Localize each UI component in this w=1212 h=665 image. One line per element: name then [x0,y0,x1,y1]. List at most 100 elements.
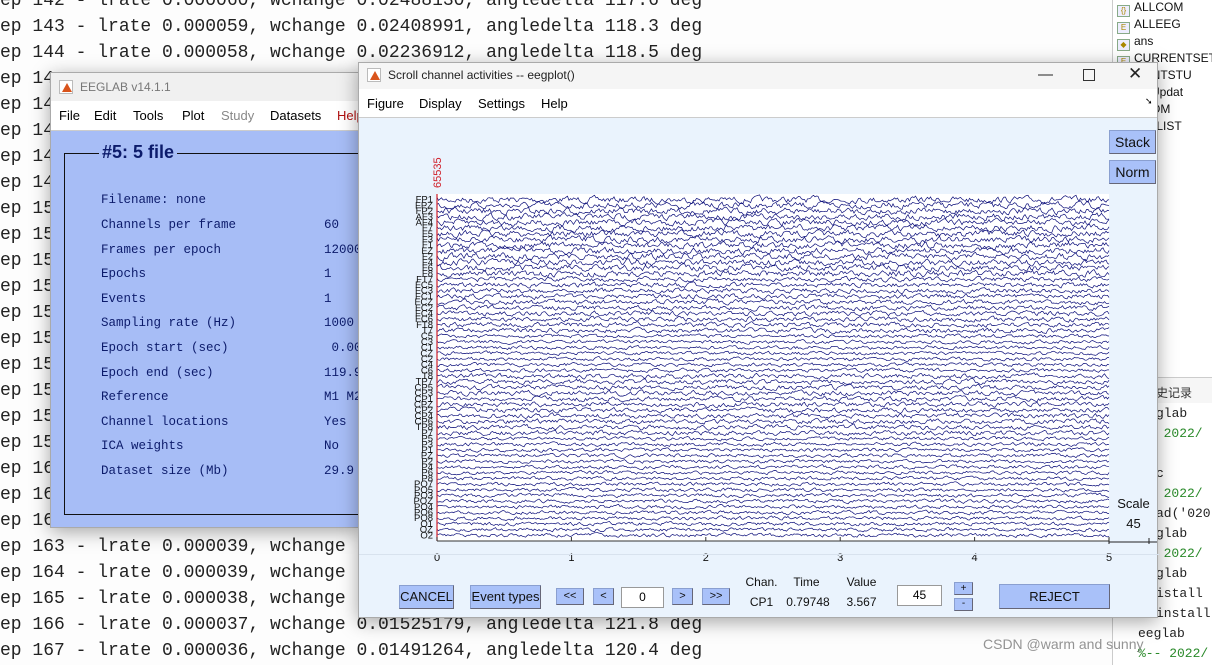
console-line: ep 15 [0,381,55,401]
info-label: Frames per epoch [101,242,222,257]
value-readout: 3.567 [846,595,877,609]
variable-icon: E [1117,22,1130,34]
console-line: ep 14 [0,173,55,193]
menu-datasets[interactable]: Datasets [270,108,321,123]
info-label: Sampling rate (Hz) [101,316,237,331]
history-entry[interactable]: istall [1156,586,1203,601]
time-readout: 0.79748 [786,595,830,609]
event-types-button[interactable]: Event types [470,585,541,609]
chan-readout: CP1 [749,595,774,609]
time-input[interactable]: 0 [621,587,664,608]
dataset-title: #5: 5 file [99,142,178,163]
menu-study[interactable]: Study [221,108,254,123]
console-line: ep 164 - lrate 0.000039, wchange [0,563,346,583]
dataset-info-frame [64,153,384,515]
console-line: ep 144 - lrate 0.000058, wchange 0.02236… [0,43,703,63]
stack-button[interactable]: Stack [1109,130,1156,154]
scale-value: 45 [1126,516,1141,531]
value-header: Value [846,575,877,589]
scale-input[interactable]: 45 [897,585,942,606]
x-tick-label: 1 [568,552,574,564]
menu-tools[interactable]: Tools [133,108,163,123]
console-line: ep 142 - lrate 0.000060, wchange 0.02488… [0,0,703,11]
info-label: Epoch start (sec) [101,341,229,355]
scroll-far-left-button[interactable]: << [556,588,584,605]
info-label: Epoch end (sec) [101,365,214,380]
time-header: Time [793,575,820,589]
info-label: Channel locations [101,414,229,429]
menu-edit[interactable]: Edit [94,108,116,123]
history-entry[interactable]: %-- 2022/ [1138,646,1208,661]
event-label: 65535 [432,157,444,188]
console-line: ep 14 [0,95,55,115]
workspace-variable[interactable]: ◆ ans [1117,34,1153,51]
history-entry[interactable]: ad('020 [1156,506,1211,521]
info-label: ICA weights [101,439,184,454]
scale-increase-button[interactable]: + [954,582,973,595]
scale-decrease-button[interactable]: - [954,598,973,611]
chan-header: Chan. [745,575,778,589]
window-title: EEGLAB v14.1.1 [80,80,171,94]
variable-icon: {} [1117,5,1130,17]
info-label: Events [101,291,147,306]
console-line: ep 15 [0,433,55,453]
info-value: M1 M2 [324,390,362,405]
divider [359,554,1159,555]
info-value: 1 [324,267,332,282]
info-value: 29.9 [324,464,355,478]
x-tick-label: 5 [1106,552,1112,564]
console-line: ep 15 [0,303,55,323]
console-line: ep 14 [0,69,55,89]
console-line: ep 15 [0,199,55,219]
scroll-far-right-button[interactable]: >> [702,588,730,605]
x-tick-label: 2 [703,552,709,564]
history-entry[interactable]: glab [1156,406,1187,421]
variable-icon: ◆ [1117,39,1130,51]
menu-file[interactable]: File [59,108,80,123]
filename-label: Filename: none [101,193,207,207]
console-line: ep 167 - lrate 0.000036, wchange 0.01491… [0,641,703,661]
variable-name: ALLCOM [1134,0,1184,14]
console-line: ep 15 [0,407,55,427]
history-entry[interactable]: glab [1156,566,1187,581]
eeg-plot[interactable]: FP1FPZFP2AF3AF4F7F5F3F1FZF2F4F6F8FT7FC5F… [359,63,1159,619]
cancel-button[interactable]: CANCEL [399,585,454,609]
history-entry[interactable]: install [1156,606,1211,621]
console-line: ep 165 - lrate 0.000038, wchange [0,589,346,609]
console-line: ep 14 [0,121,55,141]
x-tick-label: 3 [837,552,843,564]
watermark: CSDN @warm and sunny [983,636,1144,652]
workspace-variable[interactable]: {} ALLCOM [1117,0,1183,17]
reject-button[interactable]: REJECT [999,584,1110,609]
norm-button[interactable]: Norm [1109,160,1156,184]
info-label: Reference [101,390,169,405]
console-line: ep 15 [0,225,55,245]
scroll-left-button[interactable]: < [593,588,614,605]
info-label: Channels per frame [101,218,237,232]
info-value: 0.00 [324,341,362,355]
console-line: ep 15 [0,251,55,271]
info-label: Epochs [101,267,147,282]
info-value: No [324,439,340,454]
info-value: Yes [324,414,347,429]
console-line: ep 15 [0,355,55,375]
console-line: ep 16 [0,459,55,479]
variable-name: ALLEEG [1134,17,1181,31]
console-line: ep 15 [0,277,55,297]
scroll-right-button[interactable]: > [672,588,693,605]
console-line: ep 143 - lrate 0.000059, wchange 0.02408… [0,17,703,37]
info-value: 1000 [324,316,355,331]
console-line: ep 15 [0,329,55,349]
history-entry[interactable]: eeglab [1138,626,1185,641]
workspace-variable[interactable]: E ALLEEG [1117,17,1181,34]
eeglab-title-bar[interactable]: EEGLAB v14.1.1 [51,73,359,101]
info-value: 60 [324,218,340,232]
menu-plot[interactable]: Plot [182,108,204,123]
eegplot-window: Scroll channel activities -- eegplot() —… [358,62,1159,619]
info-value: 12000 [324,242,362,257]
variable-name: ans [1134,34,1154,48]
matlab-logo-icon [59,80,73,94]
console-line: ep 16 [0,511,55,531]
console-line: ep 14 [0,147,55,167]
history-entry[interactable]: glab [1156,526,1187,541]
